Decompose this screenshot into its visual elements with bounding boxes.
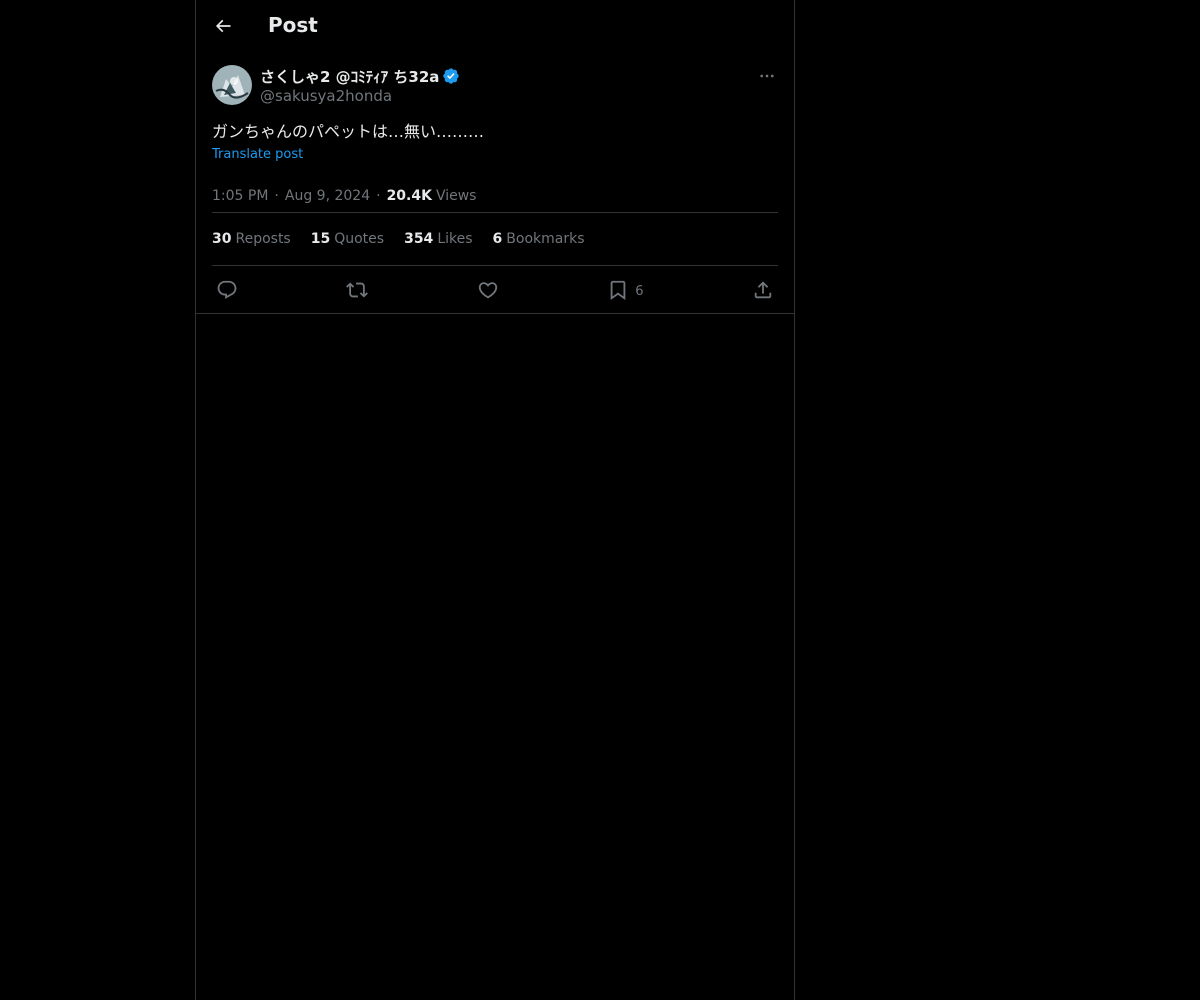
post-actions: 6 (212, 266, 778, 313)
post-date[interactable]: Aug 9, 2024 (285, 188, 370, 204)
meta-separator: · (274, 188, 279, 204)
display-name-line: さくしゃ2 @ｺﾐﾃｨｱ ち32a (260, 65, 460, 87)
display-name[interactable]: さくしゃ2 @ｺﾐﾃｨｱ ち32a (260, 66, 439, 87)
reply-icon (217, 280, 237, 299)
views-label: Views (435, 188, 477, 204)
reply-button[interactable] (216, 279, 238, 301)
author-row: さくしゃ2 @ｺﾐﾃｨｱ ち32a @sakusya2honda (212, 65, 778, 117)
avatar-image (212, 65, 252, 105)
share-icon (754, 280, 772, 298)
post-meta: 1:05 PM · Aug 9, 2024 · 20.4K Views (212, 180, 778, 212)
post-time[interactable]: 1:05 PM (212, 188, 268, 204)
post-stats: 30 Reposts 15 Quotes 354 Likes 6 Bookmarks (212, 213, 778, 265)
verified-badge-icon[interactable] (442, 67, 460, 85)
author-handle[interactable]: @sakusya2honda (260, 87, 460, 105)
post-article: さくしゃ2 @ｺﾐﾃｨｱ ち32a @sakusya2honda ガンちゃんのパ… (196, 65, 794, 314)
quotes-stat[interactable]: 15 Quotes (311, 231, 384, 247)
more-horizontal-icon (760, 74, 774, 78)
post-text: ガンちゃんのパペットは…無い……… (212, 122, 485, 141)
more-options-button[interactable] (756, 65, 778, 87)
translate-post-link[interactable]: Translate post (212, 147, 303, 162)
bookmark-icon (610, 280, 626, 300)
meta-separator: · (376, 188, 381, 204)
share-button[interactable] (752, 279, 774, 301)
repost-button[interactable] (346, 279, 369, 301)
views-count: 20.4K (386, 188, 432, 204)
like-icon (478, 281, 498, 298)
page-title: Post (268, 13, 318, 37)
reposts-stat[interactable]: 30 Reposts (212, 231, 291, 247)
likes-stat[interactable]: 354 Likes (404, 231, 472, 247)
quotes-count: 15 (310, 231, 331, 247)
bookmark-count: 6 (635, 283, 644, 299)
reposts-label: Reposts (235, 231, 291, 247)
author-names: さくしゃ2 @ｺﾐﾃｨｱ ち32a @sakusya2honda (260, 65, 460, 105)
likes-count: 354 (404, 231, 434, 247)
quotes-label: Quotes (334, 231, 385, 247)
reposts-count: 30 (212, 231, 232, 247)
primary-column: Post さくしゃ2 @ｺﾐﾃｨｱ ち32a @sakusya2honda ガン… (195, 0, 795, 1000)
post-bottom-border (196, 313, 794, 314)
bookmarks-stat[interactable]: 6 Bookmarks (493, 231, 585, 247)
page-header: Post (196, 0, 794, 53)
likes-label: Likes (437, 231, 473, 247)
bookmarks-count: 6 (492, 231, 503, 247)
bookmark-button[interactable]: 6 (607, 279, 644, 301)
avatar[interactable] (212, 65, 252, 105)
repost-icon (346, 282, 369, 297)
like-button[interactable] (477, 279, 499, 301)
bookmarks-label: Bookmarks (506, 231, 585, 247)
back-button[interactable] (206, 9, 240, 43)
arrow-left-icon (215, 19, 231, 33)
